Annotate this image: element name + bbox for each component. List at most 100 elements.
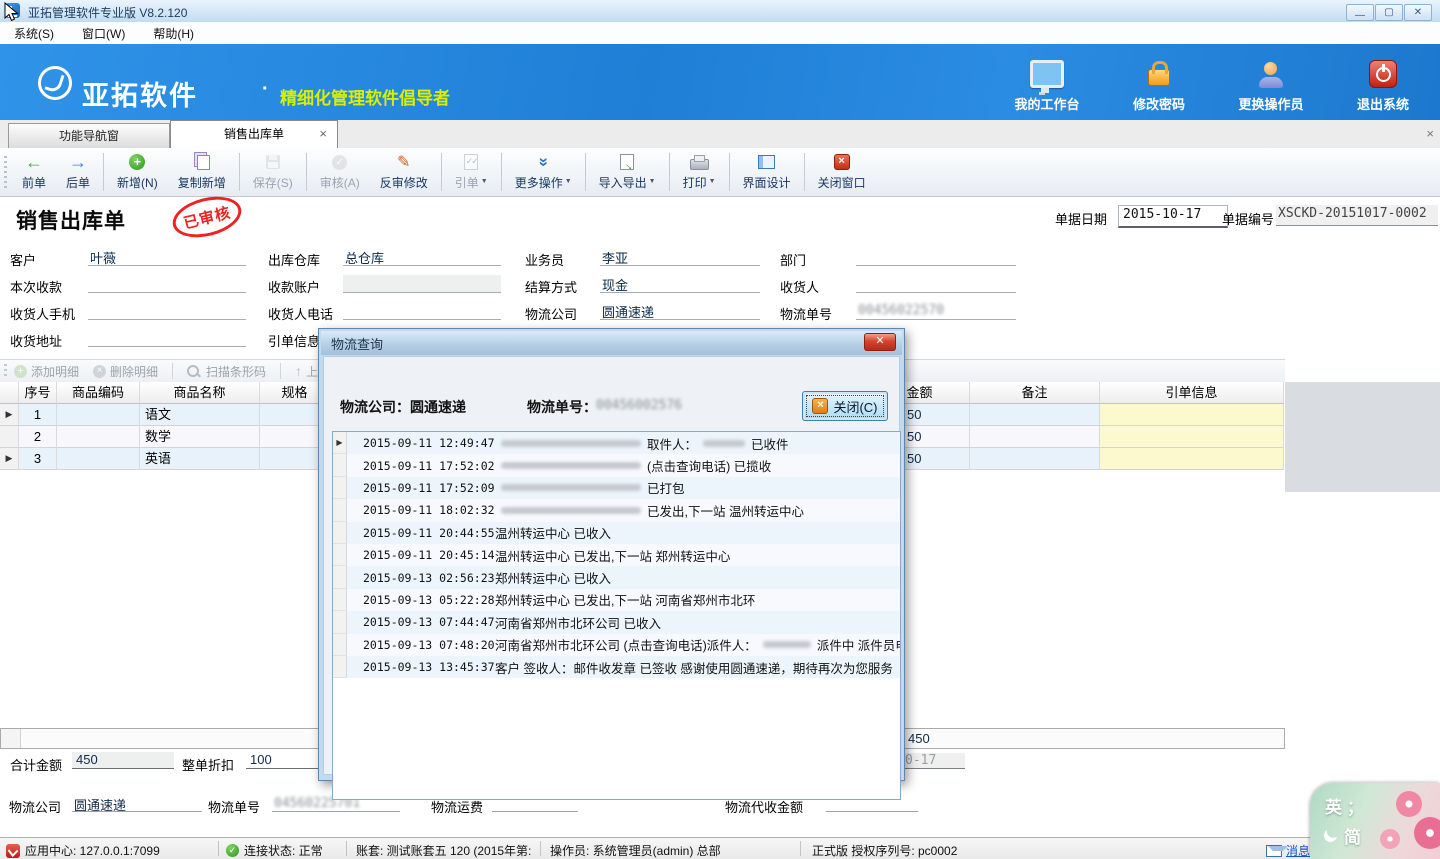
import-export-icon [620,153,634,171]
field-input-业务员[interactable]: 李亚 [600,248,760,266]
banner-action-1[interactable]: 修改密码 [1120,54,1198,113]
tracking-list[interactable]: ▶2015-09-11 12:49:47取件人：已收件2015-09-11 17… [332,431,901,800]
field-input-物流单号[interactable]: 00456022570 [856,302,1016,320]
flower-decoration [1396,791,1422,817]
maximize-button[interactable]: ▢ [1375,4,1403,21]
toolbar-button-text: 反审修改 [380,174,428,191]
grid-cell-ind [0,426,19,448]
message-link[interactable]: 消息 [1266,842,1310,859]
status-item-4: 正式版 授权序列号: pc0002 [812,842,957,859]
toolbar-button-新增(N)[interactable]: 新增(N) [107,149,168,195]
tracking-row[interactable]: 2015-09-11 18:02:32已发出,下一站 温州转运中心 [333,499,900,521]
tracking-row[interactable]: 2015-09-11 17:52:02(点击查询电话) 已揽收 [333,454,900,476]
field-input-客户[interactable]: 叶薇 [88,248,246,266]
tabstrip-close-icon[interactable]: × [1426,126,1434,141]
status-separator [218,841,219,856]
minimize-button[interactable]: — [1346,4,1374,21]
connection-ok-icon [226,844,239,857]
field-input-结算方式[interactable]: 现金 [600,275,760,293]
grid-header-序号: 序号 [19,382,57,404]
chevrons-down-icon [538,153,547,171]
field-label-收款账户: 收款账户 [268,277,320,296]
brand-name: 亚拓软件 [82,74,198,113]
toolbar-button-打印[interactable]: 打印▼ [673,149,726,195]
tracking-row[interactable]: 2015-09-11 17:52:09已打包 [333,477,900,499]
app-center-icon [6,844,20,858]
grid-toolbar-separator [172,363,173,379]
dialog-close-icon[interactable]: ✕ [864,333,896,351]
banner-action-0[interactable]: 我的工作台 [1008,54,1086,113]
tracking-text: 客户 签收人：邮件收发章 已签收 感谢使用圆通速递，期待再次为您服务 [495,658,893,677]
tab-close-icon[interactable]: × [319,127,327,140]
total-amount-value: 450 [72,752,174,769]
envelope-icon [1266,845,1282,857]
field-input-收货人手机[interactable] [88,302,246,320]
menu-item-2[interactable]: 帮助(H) [139,25,208,42]
tracking-row[interactable]: 2015-09-13 05:22:28郑州转运中心 已发出,下一站 河南省郑州市… [333,589,900,611]
field-input-收款账户[interactable] [343,275,501,293]
discount-value[interactable]: 100 [246,752,324,769]
close-button[interactable]: ✕ [1404,4,1432,21]
main-toolbar: 前单后单新增(N)复制新增保存(S)审核(A)反审修改引单▼更多操作▼导入导出▼… [0,148,1440,197]
toolbar-button-label: 前单 [22,171,46,191]
field-input-物流公司[interactable]: 圆通速递 [600,302,760,320]
field-input-收货人[interactable] [856,275,1016,293]
dialog-waybill-label: 物流单号： [527,397,597,417]
field-label-收货人: 收货人 [780,277,819,296]
dropdown-arrow-icon[interactable]: ▼ [565,178,572,185]
toolbar-button-关闭窗口[interactable]: 关闭窗口 [808,149,876,195]
banner-action-3[interactable]: 退出系统 [1344,54,1422,113]
banner-action-2[interactable]: 更换操作员 [1232,54,1310,113]
date-input[interactable]: 2015-10-17 [1118,205,1228,228]
tab-function-navigator[interactable]: 功能导航窗 [8,123,170,148]
grid-cell-code [57,448,140,470]
date-label: 单据日期 [1055,209,1107,228]
toolbar-button-导入导出[interactable]: 导入导出▼ [589,149,666,195]
dropdown-arrow-icon[interactable]: ▼ [649,178,656,185]
dropdown-arrow-icon[interactable]: ▼ [709,178,716,185]
dropdown-arrow-icon[interactable]: ▼ [481,178,488,185]
tracking-row[interactable]: 2015-09-13 07:48:20河南省郑州市北环公司 (点击查询电话)派件… [333,634,900,656]
dialog-close-button[interactable]: 关闭(C) [802,391,888,421]
dialog-title: 物流查询 [331,334,383,353]
grid-toolbar-扫描条形码: 扫描条形码 [187,363,266,380]
field-label-部门: 部门 [780,250,806,269]
field-input-本次收款[interactable] [88,275,246,293]
field-input-出库仓库[interactable]: 总仓库 [343,248,501,266]
footer-input-物流公司[interactable]: 圆通速递 [72,795,202,812]
tracking-row[interactable]: 2015-09-13 07:44:47河南省郑州市北环公司 已收入 [333,611,900,633]
toolbar-button-更多操作[interactable]: 更多操作▼ [505,149,582,195]
toolbar-button-text: 新增(N) [117,174,158,191]
tracking-text-part: 已收件 [751,434,789,453]
tracking-row[interactable]: ▶2015-09-11 12:49:47取件人：已收件 [333,432,900,454]
banner-action-label: 我的工作台 [1014,94,1079,113]
menu-item-1[interactable]: 窗口(W) [68,25,139,42]
tracking-row[interactable]: 2015-09-11 20:45:14温州转运中心 已发出,下一站 郑州转运中心 [333,544,900,566]
toolbar-button-前单[interactable]: 前单 [12,149,56,195]
toolbar-button-复制新增[interactable]: 复制新增 [168,149,236,195]
tracking-text-part: 河南省郑州市北环公司 已收入 [495,613,661,632]
toolbar-button-后单[interactable]: 后单 [56,149,100,195]
tab-sales-outbound[interactable]: 销售出库单 × [170,120,338,148]
brand-slogan: 精细化管理软件倡导者 [280,84,450,109]
blurred-value: 00456022570 [858,303,944,318]
toolbar-button-反审修改[interactable]: 反审修改 [370,149,438,195]
tracking-row[interactable]: 2015-09-11 20:44:55温州转运中心 已收入 [333,522,900,544]
tracking-row[interactable]: 2015-09-13 13:45:37客户 签收人：邮件收发章 已签收 感谢使用… [333,656,900,678]
field-label-收货地址: 收货地址 [10,331,62,350]
edit-icon [397,153,410,171]
dialog-title-bar[interactable]: 物流查询 [321,331,902,355]
grid-cell-note [970,426,1100,448]
tracking-time: 2015-09-13 05:22:28 [363,593,495,607]
tracking-row[interactable]: 2015-09-13 02:56:23郑州转运中心 已收入 [333,566,900,588]
field-input-收货人电话[interactable] [343,302,501,320]
toolbar-button-label: 界面设计 [743,171,791,191]
ime-widget[interactable]: 英 ； 简 [1310,783,1440,859]
field-input-收货地址[interactable] [88,329,246,347]
menu-item-0[interactable]: 系统(S) [0,25,68,42]
toolbar-button-界面设计[interactable]: 界面设计 [733,149,801,195]
close-button-label: 关闭(C) [833,397,877,416]
field-input-部门[interactable] [856,248,1016,266]
menu-bar: 系统(S)窗口(W)帮助(H) [0,22,1440,46]
row-indicator-cell [333,611,347,633]
